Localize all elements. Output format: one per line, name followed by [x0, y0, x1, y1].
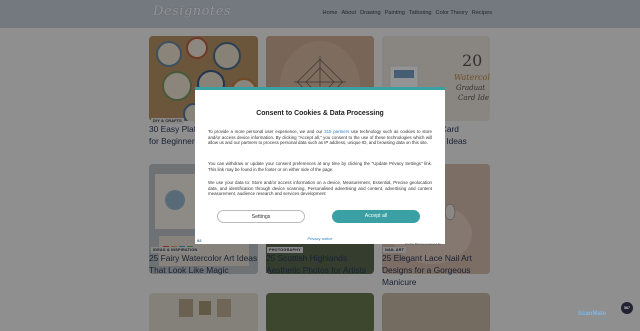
- powered-by-text: Cookie Banner powered by: [404, 242, 441, 246]
- cookie-consent-dialog: Consent to Cookies & Data Processing To …: [195, 87, 445, 246]
- partners-link[interactable]: 315 partners: [324, 129, 349, 134]
- consent-paragraph-3: We use your data to: Store and/or access…: [208, 180, 432, 197]
- consent-paragraph-1: To provide a more personal user experien…: [208, 129, 432, 146]
- consent-title: Consent to Cookies & Data Processing: [256, 110, 384, 117]
- consent-text: To provide a more personal user experien…: [208, 129, 325, 134]
- settings-button[interactable]: Settings: [217, 210, 305, 223]
- floating-count-badge[interactable]: 567: [621, 302, 633, 314]
- scanmate-widget[interactable]: ScanMate: [578, 311, 606, 317]
- consent-id-badge: 92: [197, 238, 202, 243]
- privacy-notice-link[interactable]: Privacy notice: [195, 236, 445, 241]
- accept-all-button[interactable]: Accept all: [332, 210, 420, 223]
- consent-paragraph-2: You can withdraw or update your consent …: [208, 161, 432, 172]
